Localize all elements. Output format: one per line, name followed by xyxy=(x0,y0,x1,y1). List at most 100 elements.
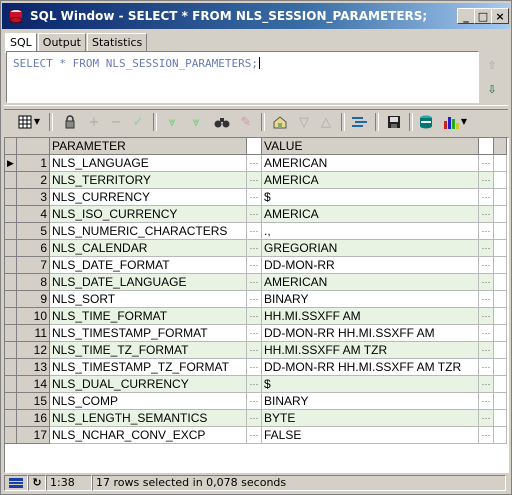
cell-parameter[interactable]: NLS_TIMESTAMP_FORMAT xyxy=(49,324,247,342)
filter-up-icon[interactable]: △ xyxy=(315,111,337,133)
table-row[interactable]: 13 NLS_TIMESTAMP_TZ_FORMAT ··· DD-MON-RR HH… xyxy=(5,358,507,376)
table-row[interactable]: 6 NLS_CALENDAR ··· GREGORIAN ··· xyxy=(5,239,507,257)
table-row[interactable]: 2 NLS_TERRITORY ··· AMERICA ··· xyxy=(5,171,507,189)
title-bar[interactable]: SQL Window - SELECT * FROM NLS_SESSION_P… xyxy=(2,3,510,29)
cell-parameter[interactable]: NLS_ISO_CURRENCY xyxy=(49,205,247,223)
cell-value[interactable]: HH.MI.SSXFF AM TZR xyxy=(261,341,479,359)
cell-editor-button[interactable]: ··· xyxy=(246,273,262,291)
cell-value[interactable]: BINARY xyxy=(261,392,479,410)
cell-value[interactable]: AMERICAN xyxy=(261,154,479,172)
table-row[interactable]: 14 NLS_DUAL_CURRENCY ··· $ ··· xyxy=(5,375,507,393)
cell-value[interactable]: $ xyxy=(261,188,479,206)
fetch-last-icon[interactable]: ⩔ xyxy=(185,111,207,133)
cell-editor-button[interactable]: ··· xyxy=(478,222,494,240)
cell-editor-button[interactable]: ··· xyxy=(478,273,494,291)
cell-editor-button[interactable]: ··· xyxy=(246,324,262,342)
tab-sql[interactable]: SQL xyxy=(5,33,37,53)
panel-layout-icon[interactable] xyxy=(4,474,28,491)
delete-row-icon[interactable]: − xyxy=(105,111,127,133)
cell-parameter[interactable]: NLS_DATE_FORMAT xyxy=(49,256,247,274)
cell-value[interactable]: BINARY xyxy=(261,290,479,308)
cell-parameter[interactable]: NLS_COMP xyxy=(49,392,247,410)
add-row-icon[interactable]: + xyxy=(83,111,105,133)
cell-editor-button[interactable]: ··· xyxy=(478,307,494,325)
cell-editor-button[interactable]: ··· xyxy=(246,375,262,393)
cell-editor-button[interactable]: ··· xyxy=(246,239,262,257)
tab-statistics[interactable]: Statistics xyxy=(87,33,148,52)
cell-editor-button[interactable]: ··· xyxy=(246,358,262,376)
cell-editor-button[interactable]: ··· xyxy=(246,171,262,189)
cell-editor-button[interactable]: ··· xyxy=(246,154,262,172)
maximize-button[interactable]: □ xyxy=(474,8,492,24)
table-row[interactable]: 16 NLS_LENGTH_SEMANTICS ··· BYTE ··· xyxy=(5,409,507,427)
export-results-icon[interactable] xyxy=(415,111,437,133)
cell-editor-button[interactable]: ··· xyxy=(246,205,262,223)
cell-editor-button[interactable]: ··· xyxy=(478,375,494,393)
cell-parameter[interactable]: NLS_DUAL_CURRENCY xyxy=(49,375,247,393)
cell-parameter[interactable]: NLS_CURRENCY xyxy=(49,188,247,206)
post-icon[interactable]: ✓ xyxy=(127,111,149,133)
cell-editor-button[interactable]: ··· xyxy=(246,409,262,427)
table-row[interactable]: 15 NLS_COMP ··· BINARY ··· xyxy=(5,392,507,410)
find-icon[interactable] xyxy=(211,111,233,133)
table-row[interactable]: 7 NLS_DATE_FORMAT ··· DD-MON-RR ··· xyxy=(5,256,507,274)
cell-editor-button[interactable]: ··· xyxy=(478,426,494,444)
tab-output[interactable]: Output xyxy=(37,33,86,52)
chart-icon[interactable]: ▼ xyxy=(439,111,471,133)
cell-editor-button[interactable]: ··· xyxy=(478,358,494,376)
table-row[interactable]: 3 NLS_CURRENCY ··· $ ··· xyxy=(5,188,507,206)
cell-value[interactable]: ., xyxy=(261,222,479,240)
cell-value[interactable]: FALSE xyxy=(261,426,479,444)
cell-parameter[interactable]: NLS_TIME_TZ_FORMAT xyxy=(49,341,247,359)
lock-icon[interactable] xyxy=(59,111,81,133)
cell-value[interactable]: DD-MON-RR HH.MI.SSXFF AM xyxy=(261,324,479,342)
cell-editor-button[interactable]: ··· xyxy=(478,154,494,172)
cell-value[interactable]: AMERICA xyxy=(261,171,479,189)
history-down-icon[interactable]: ⇩ xyxy=(485,83,499,97)
fetch-next-icon[interactable]: ⩔ xyxy=(161,111,183,133)
cell-value[interactable]: HH.MI.SSXFF AM xyxy=(261,307,479,325)
cell-value[interactable]: DD-MON-RR HH.MI.SSXFF AM TZR xyxy=(261,358,479,376)
table-row[interactable]: 11 NLS_TIMESTAMP_FORMAT ··· DD-MON-RR HH.MI… xyxy=(5,324,507,342)
cell-editor-button[interactable]: ··· xyxy=(478,290,494,308)
cell-parameter[interactable]: NLS_CALENDAR xyxy=(49,239,247,257)
export-icon[interactable] xyxy=(349,111,371,133)
table-row[interactable]: 8 NLS_DATE_LANGUAGE ··· AMERICAN ··· xyxy=(5,273,507,291)
cell-parameter[interactable]: NLS_TIME_FORMAT xyxy=(49,307,247,325)
cell-parameter[interactable]: NLS_NUMERIC_CHARACTERS xyxy=(49,222,247,240)
column-header-parameter[interactable]: PARAMETER xyxy=(49,138,247,155)
save-icon[interactable] xyxy=(383,111,405,133)
editor-grid-splitter[interactable] xyxy=(4,105,508,110)
execute-mode-icon[interactable]: ↻ xyxy=(28,474,46,491)
cell-parameter[interactable]: NLS_LENGTH_SEMANTICS xyxy=(49,409,247,427)
clear-icon[interactable]: ✎ xyxy=(235,111,257,133)
table-row[interactable]: 9 NLS_SORT ··· BINARY ··· xyxy=(5,290,507,308)
cell-value[interactable]: GREGORIAN xyxy=(261,239,479,257)
cell-value[interactable]: $ xyxy=(261,375,479,393)
cell-editor-button[interactable]: ··· xyxy=(478,239,494,257)
cell-value[interactable]: BYTE xyxy=(261,409,479,427)
cell-editor-button[interactable]: ··· xyxy=(246,341,262,359)
cell-editor-button[interactable]: ··· xyxy=(246,426,262,444)
table-row[interactable]: 5 NLS_NUMERIC_CHARACTERS ···., ··· xyxy=(5,222,507,240)
cell-editor-button[interactable]: ··· xyxy=(246,256,262,274)
cell-editor-button[interactable]: ··· xyxy=(478,188,494,206)
cell-parameter[interactable]: NLS_TERRITORY xyxy=(49,171,247,189)
cell-editor-button[interactable]: ··· xyxy=(478,256,494,274)
table-row[interactable]: ▶ 1 NLS_LANGUAGE ··· AMERICAN ··· xyxy=(5,154,507,172)
filter-down-icon[interactable]: ▽ xyxy=(293,111,315,133)
close-button[interactable]: × xyxy=(491,8,509,24)
table-row[interactable]: 17 NLS_NCHAR_CONV_EXCP ··· FALSE ··· xyxy=(5,426,507,444)
cell-editor-button[interactable]: ··· xyxy=(246,290,262,308)
cell-editor-button[interactable]: ··· xyxy=(478,205,494,223)
cell-editor-button[interactable]: ··· xyxy=(246,188,262,206)
cell-editor-button[interactable]: ··· xyxy=(478,341,494,359)
cell-value[interactable]: AMERICAN xyxy=(261,273,479,291)
sql-editor[interactable]: SELECT * FROM NLS_SESSION_PARAMETERS; xyxy=(6,51,479,103)
grid-menu-icon[interactable]: ▼ xyxy=(15,111,43,133)
cell-editor-button[interactable]: ··· xyxy=(246,392,262,410)
history-up-icon[interactable]: ⇧ xyxy=(485,59,499,73)
cell-parameter[interactable]: NLS_NCHAR_CONV_EXCP xyxy=(49,426,247,444)
results-grid[interactable]: PARAMETER VALUE ▶ 1 NLS_LANGUAGE ··· AMERICA… xyxy=(4,137,509,473)
cell-parameter[interactable]: NLS_DATE_LANGUAGE xyxy=(49,273,247,291)
